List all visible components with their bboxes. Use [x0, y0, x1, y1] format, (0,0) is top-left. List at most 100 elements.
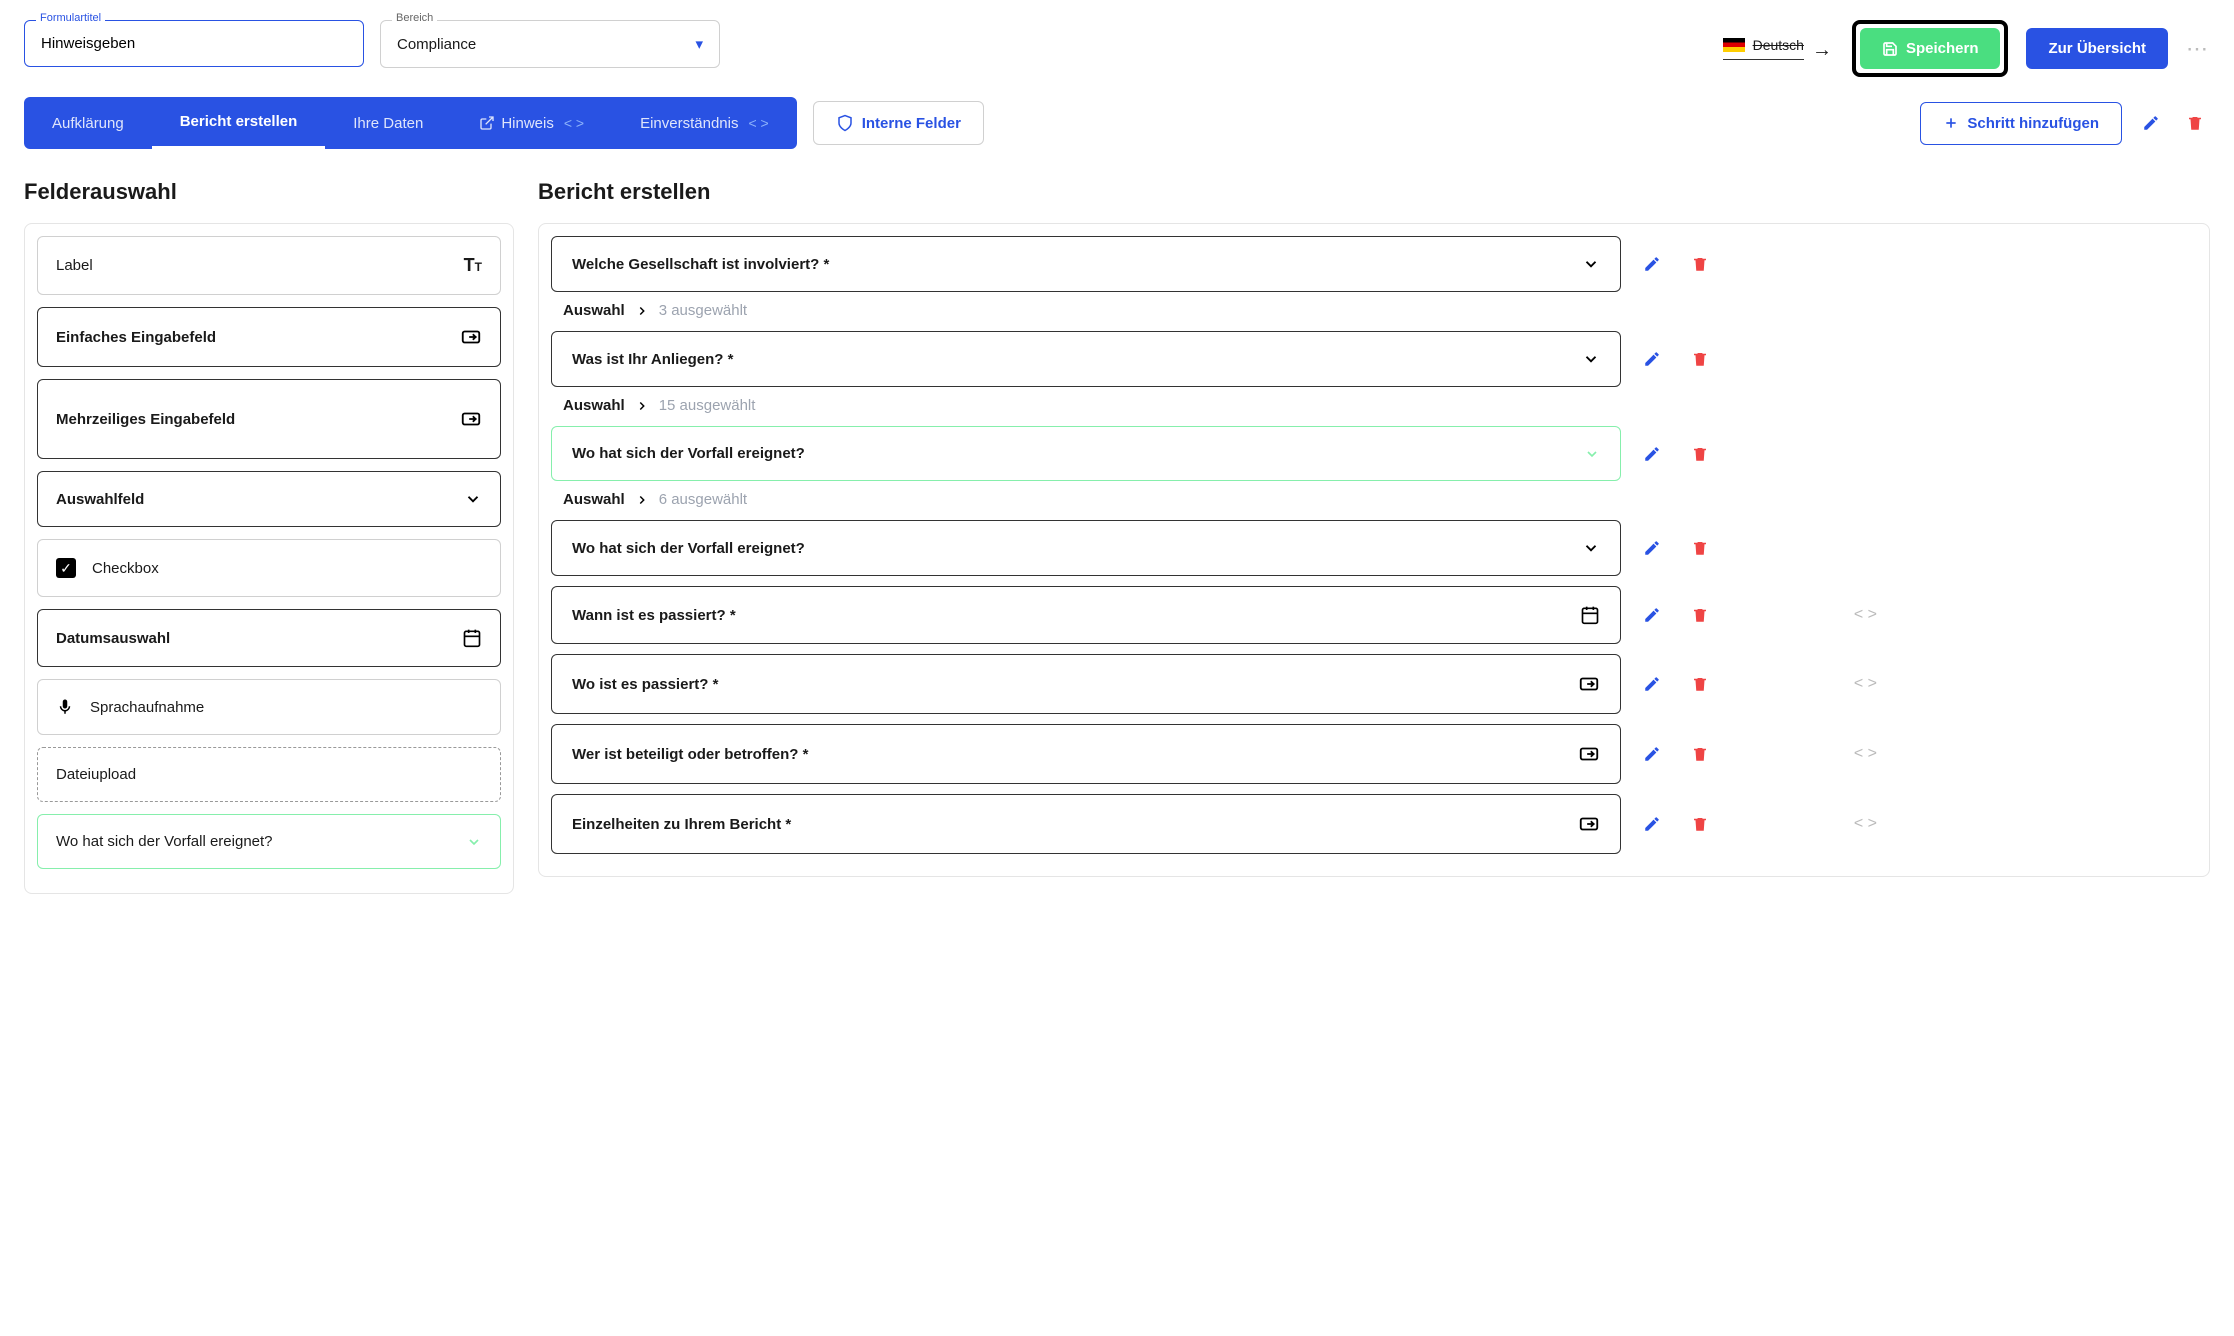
field-label: Was ist Ihr Anliegen? * [572, 351, 733, 368]
code-icon[interactable]: < > [1854, 745, 1877, 763]
form-field-card[interactable]: Was ist Ihr Anliegen? * [551, 331, 1621, 387]
form-field-card[interactable]: Wann ist es passiert? * [551, 586, 1621, 644]
palette-custom-field[interactable]: Wo hat sich der Vorfall ereignet? [37, 814, 501, 869]
palette-multiline-input[interactable]: Mehrzeiliges Eingabefeld [37, 379, 501, 459]
edit-field-icon[interactable] [1637, 739, 1667, 769]
form-title-field[interactable]: Formulartitel [24, 20, 364, 67]
palette-select[interactable]: Auswahlfeld [37, 471, 501, 527]
delete-field-icon[interactable] [1685, 739, 1715, 769]
save-icon [1882, 41, 1898, 57]
tab-hinweis[interactable]: Hinweis < > [451, 97, 612, 149]
chevron-down-icon [464, 490, 482, 508]
delete-field-icon[interactable] [1685, 439, 1715, 469]
form-builder-canvas: Welche Gesellschaft ist involviert? * Au… [538, 223, 2210, 877]
meta-count: 6 ausgewählt [659, 491, 747, 508]
edit-field-icon[interactable] [1637, 344, 1667, 374]
step-tabs: Aufklärung Bericht erstellen Ihre Daten … [24, 97, 797, 149]
dropdown-icon: ▾ [695, 35, 703, 53]
language-selector[interactable]: Deutsch → [1723, 37, 1804, 60]
tab-bericht-erstellen[interactable]: Bericht erstellen [152, 97, 326, 149]
more-menu-icon[interactable]: ⋯ [2186, 36, 2210, 62]
edit-field-icon[interactable] [1637, 249, 1667, 279]
meta-count: 15 ausgewählt [659, 397, 756, 414]
field-label: Einzelheiten zu Ihrem Bericht * [572, 816, 791, 833]
delete-field-icon[interactable] [1685, 669, 1715, 699]
palette-checkbox[interactable]: ✓ Checkbox [37, 539, 501, 597]
field-type-icon [1584, 446, 1600, 462]
area-select[interactable]: Compliance ▾ [380, 20, 720, 68]
save-label: Speichern [1906, 40, 1979, 57]
palette-voice[interactable]: Sprachaufnahme [37, 679, 501, 735]
calendar-icon [462, 628, 482, 648]
code-icon[interactable]: < > [1854, 815, 1877, 833]
edit-field-icon[interactable] [1637, 669, 1667, 699]
annotation-arrow: → [1812, 39, 1832, 62]
delete-field-icon[interactable] [1685, 809, 1715, 839]
form-field-card[interactable]: Einzelheiten zu Ihrem Bericht * [551, 794, 1621, 854]
plus-icon [1943, 115, 1959, 131]
delete-field-icon[interactable] [1685, 249, 1715, 279]
flag-icon [1723, 38, 1745, 52]
code-icon: < > [748, 115, 768, 131]
area-field[interactable]: Bereich Compliance ▾ [380, 20, 720, 68]
field-type-icon [1582, 539, 1600, 557]
code-icon: < > [564, 115, 584, 131]
tab-einverstaendnis[interactable]: Einverständnis < > [612, 97, 797, 149]
form-field-card[interactable]: Wo ist es passiert? * [551, 654, 1621, 714]
save-highlight-annotation: Speichern [1852, 20, 2009, 77]
meta-label: Auswahl [563, 491, 625, 508]
field-type-icon [1578, 813, 1600, 835]
edit-step-icon[interactable] [2136, 108, 2166, 138]
field-type-icon [1578, 743, 1600, 765]
edit-field-icon[interactable] [1637, 809, 1667, 839]
field-type-icon [1580, 605, 1600, 625]
form-title-input[interactable] [24, 20, 364, 67]
form-title-label: Formulartitel [36, 12, 105, 24]
field-palette-title: Felderauswahl [24, 179, 514, 205]
input-icon [460, 408, 482, 430]
overview-button[interactable]: Zur Übersicht [2026, 28, 2168, 69]
field-palette: Label TT Einfaches Eingabefeld Mehrzeili… [24, 223, 514, 894]
area-value: Compliance [397, 36, 476, 53]
meta-label: Auswahl [563, 397, 625, 414]
palette-fileupload[interactable]: Dateiupload [37, 747, 501, 802]
delete-step-icon[interactable] [2180, 108, 2210, 138]
edit-field-icon[interactable] [1637, 533, 1667, 563]
mic-icon [56, 698, 74, 716]
language-label: Deutsch [1753, 37, 1804, 53]
tab-ihre-daten[interactable]: Ihre Daten [325, 97, 451, 149]
code-icon[interactable]: < > [1854, 675, 1877, 693]
form-field-card[interactable]: Wo hat sich der Vorfall ereignet? [551, 520, 1621, 576]
checkbox-icon: ✓ [56, 558, 76, 578]
add-step-button[interactable]: Schritt hinzufügen [1920, 102, 2122, 145]
chevron-right-icon [635, 399, 649, 413]
field-label: Wer ist beteiligt oder betroffen? * [572, 746, 808, 763]
form-field-card[interactable]: Wer ist beteiligt oder betroffen? * [551, 724, 1621, 784]
delete-field-icon[interactable] [1685, 533, 1715, 563]
delete-field-icon[interactable] [1685, 600, 1715, 630]
form-field-card[interactable]: Wo hat sich der Vorfall ereignet? [551, 426, 1621, 481]
field-label: Wann ist es passiert? * [572, 607, 736, 624]
field-type-icon [1582, 255, 1600, 273]
field-label: Wo hat sich der Vorfall ereignet? [572, 540, 805, 557]
meta-label: Auswahl [563, 302, 625, 319]
internal-fields-button[interactable]: Interne Felder [813, 101, 984, 145]
delete-field-icon[interactable] [1685, 344, 1715, 374]
palette-simple-input[interactable]: Einfaches Eingabefeld [37, 307, 501, 367]
shield-icon [836, 114, 854, 132]
save-button[interactable]: Speichern [1860, 28, 2001, 69]
edit-field-icon[interactable] [1637, 439, 1667, 469]
field-label: Wo hat sich der Vorfall ereignet? [572, 445, 805, 462]
palette-label[interactable]: Label TT [37, 236, 501, 295]
chevron-down-icon [466, 834, 482, 850]
text-icon: TT [464, 255, 482, 276]
field-type-icon [1578, 673, 1600, 695]
code-icon[interactable]: < > [1854, 606, 1877, 624]
palette-date[interactable]: Datumsauswahl [37, 609, 501, 667]
field-type-icon [1582, 350, 1600, 368]
chevron-right-icon [635, 304, 649, 318]
form-field-card[interactable]: Welche Gesellschaft ist involviert? * [551, 236, 1621, 292]
meta-count: 3 ausgewählt [659, 302, 747, 319]
edit-field-icon[interactable] [1637, 600, 1667, 630]
tab-aufklaerung[interactable]: Aufklärung [24, 97, 152, 149]
